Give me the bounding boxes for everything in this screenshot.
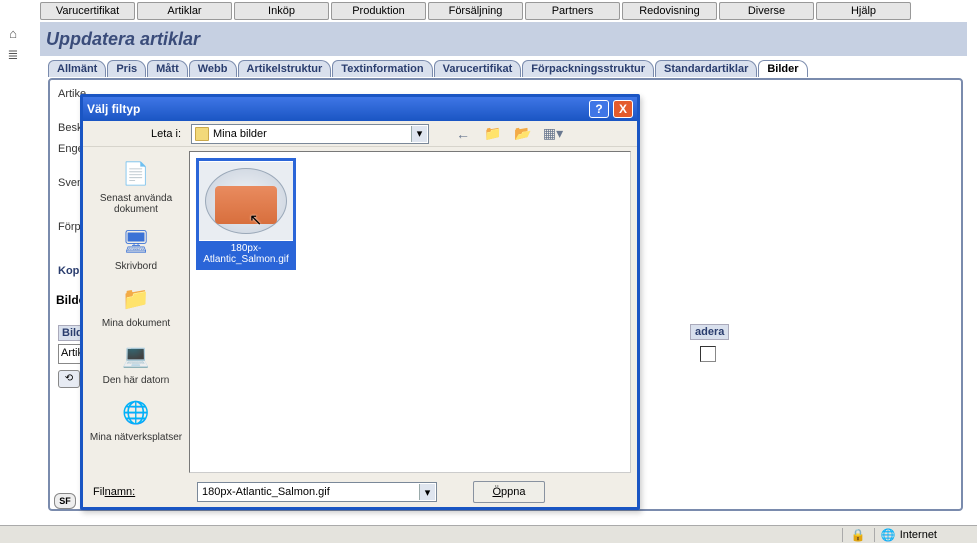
menu-partners[interactable]: Partners <box>525 2 620 20</box>
filename-label: Filnamn: <box>93 486 189 498</box>
status-zone: Internet <box>900 529 937 541</box>
dialog-close-button[interactable]: X <box>613 100 633 118</box>
refresh-icon[interactable]: ⟲ <box>58 370 80 388</box>
menu-hjalp[interactable]: Hjälp <box>816 2 911 20</box>
nav-up-icon[interactable]: 📁 <box>483 124 503 144</box>
place-label: Den här datorn <box>85 375 187 386</box>
lock-icon: 🔒 <box>851 528 866 542</box>
place-label: Senast använda dokument <box>85 193 187 215</box>
nav-newfolder-icon[interactable]: 📂 <box>513 124 533 144</box>
lookin-combo[interactable]: Mina bilder ▾ <box>191 124 429 144</box>
menubar: Varucertifikat Artiklar Inköp Produktion… <box>40 2 911 20</box>
tab-webb[interactable]: Webb <box>189 60 237 77</box>
desktop-icon: 🖥 <box>118 225 154 259</box>
menu-redovisning[interactable]: Redovisning <box>622 2 717 20</box>
list-icon[interactable]: ≣ <box>3 46 23 64</box>
menu-forsaljning[interactable]: Försäljning <box>428 2 523 20</box>
tab-bilder[interactable]: Bilder <box>758 60 807 77</box>
radera-label-fragment: adera <box>690 324 729 340</box>
page-title: Uppdatera artiklar <box>40 22 967 56</box>
sp-button[interactable]: SF <box>54 493 76 509</box>
file-list-pane[interactable]: ↖ 180px-Atlantic_Salmon.gif <box>189 151 631 473</box>
recent-icon: 📄 <box>118 157 154 191</box>
left-quickbar: ⌂ ≣ <box>3 24 31 68</box>
menu-diverse[interactable]: Diverse <box>719 2 814 20</box>
home-icon[interactable]: ⌂ <box>3 24 23 42</box>
place-computer[interactable]: 💻 Den här datorn <box>85 335 187 392</box>
file-thumbnail[interactable]: ↖ 180px-Atlantic_Salmon.gif <box>196 158 296 270</box>
lookin-row: Leta i: Mina bilder ▾ ← 📁 📂 ▦▾ <box>83 121 637 147</box>
menu-inkop[interactable]: Inköp <box>234 2 329 20</box>
network-icon: 🌐 <box>118 396 154 430</box>
place-network[interactable]: 🌐 Mina nätverksplatser <box>85 392 187 449</box>
folder-icon <box>195 127 209 141</box>
menu-produktion[interactable]: Produktion <box>331 2 426 20</box>
cancel-button[interactable]: Avbryt <box>473 509 545 510</box>
tab-textinformation[interactable]: Textinformation <box>332 60 432 77</box>
computer-icon: 💻 <box>118 339 154 373</box>
place-recent[interactable]: 📄 Senast använda dokument <box>85 153 187 221</box>
thumbnail-filename: 180px-Atlantic_Salmon.gif <box>199 241 293 267</box>
places-bar: 📄 Senast använda dokument 🖥 Skrivbord 📁 … <box>83 147 189 477</box>
dialog-bottom: Filnamn: 180px-Atlantic_Salmon.gif ▾ Öpp… <box>83 477 637 510</box>
menu-artiklar[interactable]: Artiklar <box>137 2 232 20</box>
dialog-title: Välj filtyp <box>87 102 585 116</box>
place-desktop[interactable]: 🖥 Skrivbord <box>85 221 187 278</box>
place-mydocs[interactable]: 📁 Mina dokument <box>85 278 187 335</box>
tab-strip: Allmänt Pris Mått Webb Artikelstruktur T… <box>48 60 809 77</box>
mydocs-icon: 📁 <box>118 282 154 316</box>
menu-varucertifikat[interactable]: Varucertifikat <box>40 2 135 20</box>
tab-forpackningsstruktur[interactable]: Förpackningsstruktur <box>522 60 654 77</box>
dialog-body: 📄 Senast använda dokument 🖥 Skrivbord 📁 … <box>83 147 637 477</box>
filename-combo[interactable]: 180px-Atlantic_Salmon.gif ▾ <box>197 482 437 502</box>
globe-icon: 🌐 <box>881 528 896 542</box>
dialog-titlebar: Välj filtyp ? X <box>83 97 637 121</box>
nav-icons: ← 📁 📂 ▦▾ <box>453 124 563 144</box>
tab-artikelstruktur[interactable]: Artikelstruktur <box>238 60 332 77</box>
filename-value: 180px-Atlantic_Salmon.gif <box>202 486 330 498</box>
place-label: Skrivbord <box>85 261 187 272</box>
place-label: Mina nätverksplatser <box>85 432 187 443</box>
nav-views-icon[interactable]: ▦▾ <box>543 124 563 144</box>
tab-allmant[interactable]: Allmänt <box>48 60 106 77</box>
status-bar: 🔒 🌐 Internet <box>0 525 977 543</box>
nav-back-icon[interactable]: ← <box>453 124 473 144</box>
tab-varucertifikat[interactable]: Varucertifikat <box>434 60 522 77</box>
radera-checkbox[interactable] <box>700 346 716 362</box>
place-label: Mina dokument <box>85 318 187 329</box>
tab-standardartiklar[interactable]: Standardartiklar <box>655 60 757 77</box>
dialog-help-button[interactable]: ? <box>589 100 609 118</box>
lookin-label: Leta i: <box>89 128 185 140</box>
thumbnail-image: ↖ <box>199 162 293 240</box>
file-dialog: Välj filtyp ? X Leta i: Mina bilder ▾ ← … <box>80 94 640 510</box>
chevron-down-icon: ▾ <box>419 484 435 500</box>
lookin-value: Mina bilder <box>213 128 267 140</box>
chevron-down-icon: ▾ <box>411 126 427 142</box>
tab-pris[interactable]: Pris <box>107 60 146 77</box>
tab-matt[interactable]: Mått <box>147 60 188 77</box>
open-button[interactable]: Öppna <box>473 481 545 503</box>
